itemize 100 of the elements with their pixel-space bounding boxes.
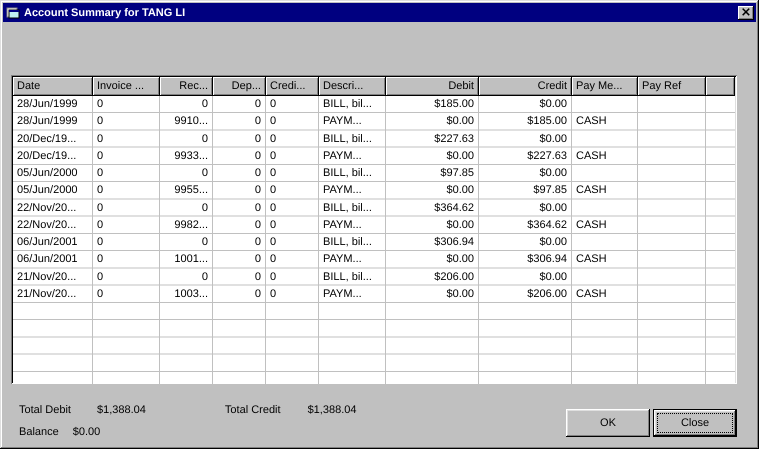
table-cell: CASH	[576, 253, 607, 266]
table-cell: BILL, bil...	[323, 202, 372, 214]
table-cell: 0	[270, 150, 276, 162]
table-cell: 05/Jun/2000	[17, 184, 78, 196]
table-cell: PAYM...	[323, 115, 362, 128]
table-cell: PAYM...	[323, 184, 362, 196]
table-cell: 0	[270, 236, 276, 248]
table-cell: 28/Jun/1999	[17, 115, 78, 128]
total-credit-value: $1,388.04	[308, 404, 356, 416]
table-cell: PAYM...	[323, 253, 362, 266]
table-cell: $306.94	[527, 253, 567, 266]
table-cell: $0.00	[446, 184, 474, 196]
table-cell: CASH	[576, 288, 607, 300]
table-cell: 0	[270, 288, 276, 300]
table-cell: CASH	[576, 184, 607, 196]
table-cell: 0	[97, 288, 104, 300]
column-header[interactable]: Descri...	[319, 77, 386, 96]
table-cell: 0	[254, 150, 261, 162]
table-cell: 22/Nov/20...	[17, 202, 76, 214]
table-cell: 1001...	[174, 253, 208, 266]
table-cell: 06/Jun/2001	[17, 236, 78, 248]
table-cell: $0.00	[539, 98, 567, 110]
table-cell: 0	[270, 253, 276, 266]
table-cell: 0	[202, 270, 208, 282]
total-debit-value: $1,388.04	[96, 404, 146, 416]
table-cell: $0.00	[446, 253, 474, 266]
table-cell: $0.00	[446, 115, 474, 128]
table-cell: PAYM...	[323, 288, 362, 300]
table-cell: 0	[254, 288, 261, 300]
table-cell: 06/Jun/2001	[17, 253, 78, 266]
table-cell: 22/Nov/20...	[17, 218, 76, 231]
table-cell: 21/Nov/20...	[17, 288, 76, 300]
table-cell: 0	[97, 132, 104, 144]
table-cell: 1003...	[174, 288, 208, 300]
table-cell: 0	[270, 184, 276, 196]
table-cell: $0.00	[539, 202, 567, 214]
table-cell: $185.00	[527, 115, 567, 128]
table-cell: 0	[202, 167, 208, 179]
table-cell: $0.00	[446, 288, 474, 300]
table-cell: 0	[97, 218, 104, 231]
close-button[interactable]: Close	[653, 409, 737, 437]
table-cell: 21/Nov/20...	[17, 270, 76, 282]
table-cell: 0	[254, 184, 261, 196]
table-cell: 0	[270, 132, 276, 144]
table-cell: CASH	[576, 115, 607, 128]
table-cell: 0	[270, 218, 276, 231]
table-cell: $206.00	[527, 288, 567, 300]
table-cell: 0	[270, 270, 276, 282]
table-cell: 9933...	[174, 150, 208, 162]
table-cell: $364.62	[527, 218, 567, 231]
table-cell: 0	[270, 115, 276, 128]
table-cell: $364.62	[434, 202, 474, 214]
table-cell: 0	[97, 150, 104, 162]
table-cell: $97.85	[440, 167, 474, 179]
table-cell: 0	[254, 236, 261, 248]
table-cell: 0	[202, 132, 208, 144]
table-cell: $206.00	[434, 270, 474, 282]
table-cell: $227.63	[434, 132, 474, 144]
column-header[interactable]: Pay Me...	[572, 77, 638, 96]
column-header[interactable]: Dep...	[213, 77, 266, 96]
table-cell: $185.00	[434, 98, 474, 110]
column-header[interactable]: Rec...	[160, 77, 213, 96]
table-cell: PAYM...	[323, 218, 362, 231]
table-cell: 0	[254, 98, 261, 110]
table-cell: 0	[97, 115, 104, 128]
table-cell: $0.00	[446, 150, 474, 162]
column-header[interactable]	[706, 77, 735, 96]
close-button[interactable]: ×	[738, 6, 754, 20]
table-cell: 9955...	[174, 184, 208, 196]
table-cell: 28/Jun/1999	[17, 98, 78, 110]
column-header[interactable]: Credi...	[266, 77, 319, 96]
table-cell: 0	[97, 270, 104, 282]
column-header[interactable]: Date	[13, 77, 93, 96]
table-cell: 0	[202, 202, 208, 214]
column-header[interactable]: Credit	[479, 77, 572, 96]
window-title: Account Summary for TANG LI	[24, 6, 186, 18]
table-cell: 0	[97, 184, 104, 196]
table-cell: $0.00	[539, 236, 567, 248]
total-debit-label: Total Debit	[19, 404, 71, 416]
table-cell: PAYM...	[323, 150, 362, 162]
table-cell: 9982...	[174, 218, 208, 231]
table-cell: 0	[97, 98, 104, 110]
total-credit-label: Total Credit	[224, 404, 281, 416]
table-cell: CASH	[576, 218, 607, 231]
table-cell: $0.00	[539, 270, 567, 282]
column-header[interactable]: Debit	[386, 77, 479, 96]
table-cell: 20/Dec/19...	[17, 132, 76, 144]
table-cell: 0	[202, 98, 208, 110]
table-cell: $0.00	[539, 167, 567, 179]
balance-label: Balance	[19, 426, 59, 438]
column-header[interactable]: Pay Ref	[638, 77, 706, 96]
column-header[interactable]: Invoice ...	[93, 77, 160, 96]
table-cell: $97.85	[533, 184, 567, 196]
balance-value: $0.00	[72, 426, 100, 438]
table-cell: 0	[254, 167, 261, 179]
table-cell: 0	[97, 202, 104, 214]
table-cell: CASH	[576, 150, 607, 162]
table-cell: 0	[97, 167, 104, 179]
ok-button[interactable]: OK	[566, 409, 650, 437]
window-icon	[6, 6, 20, 19]
